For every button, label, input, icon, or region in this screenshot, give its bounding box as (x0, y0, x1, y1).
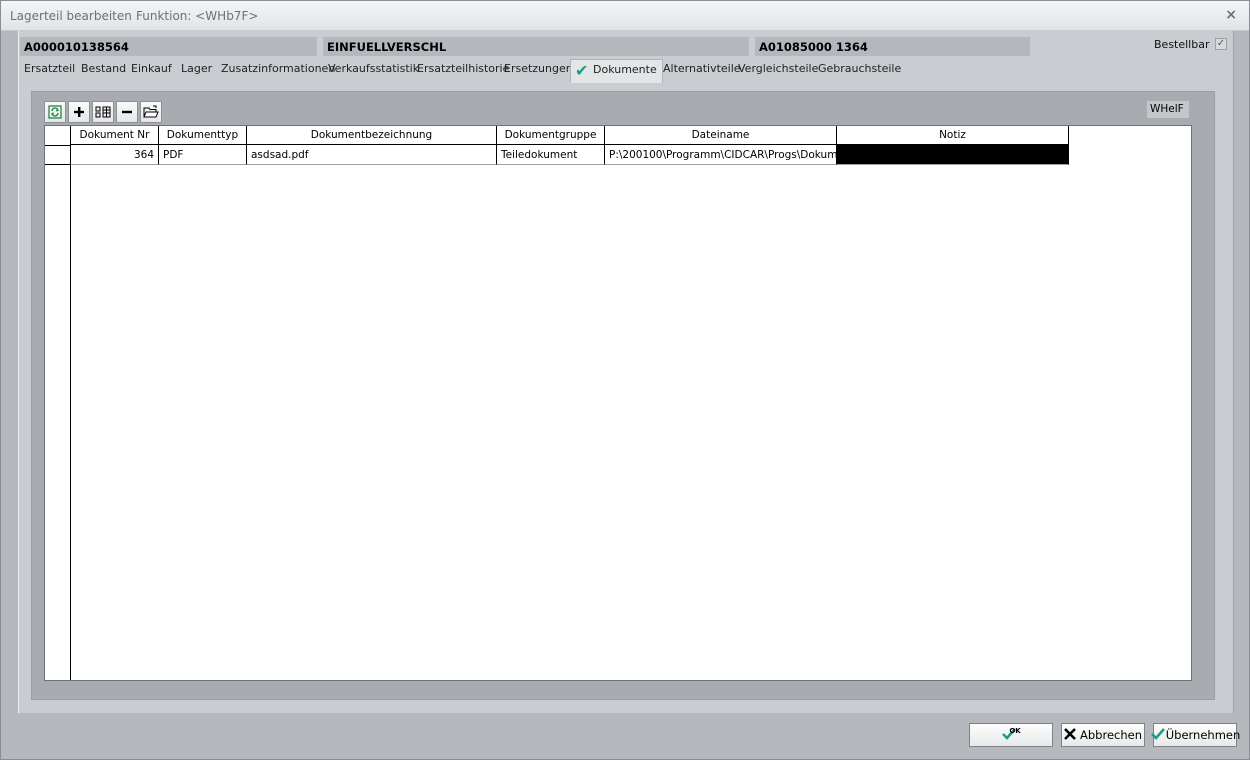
col-dokumentgruppe[interactable]: Dokumentgruppe (497, 126, 605, 145)
col-dokumentbezeichnung[interactable]: Dokumentbezeichnung (247, 126, 497, 145)
apply-button[interactable]: Übernehmen (1150, 723, 1240, 747)
cancel-button-label: Abbrechen (1080, 728, 1142, 742)
close-icon[interactable]: × (1225, 7, 1237, 23)
x-icon (1064, 727, 1076, 743)
part-description-field: EINFUELLVERSCHL (323, 37, 749, 56)
tab-ersatzteil[interactable]: Ersatzteil (24, 62, 75, 75)
tab-ersetzungen[interactable]: Ersetzungen (504, 62, 573, 75)
remove-icon[interactable] (116, 101, 138, 123)
title-bar: Lagerteil bearbeiten Funktion: <WHb7F> × (1, 1, 1249, 31)
cell-dokumentgruppe[interactable]: Teiledokument (497, 145, 605, 165)
cell-dateiname[interactable]: P:\200100\Programm\CIDCAR\Progs\Dokum (605, 145, 837, 165)
tab-verkaufsstatistik[interactable]: Verkaufsstatistik (328, 62, 419, 75)
tab-dokumente[interactable]: ✔ Dokumente (570, 59, 663, 83)
tab-gebrauchsteile[interactable]: Gebrauchsteile (818, 62, 901, 75)
apply-button-label: Übernehmen (1165, 728, 1241, 742)
tab-bestand[interactable]: Bestand (81, 62, 126, 75)
tab-alternativteile[interactable]: Alternativteile (663, 62, 741, 75)
check-icon: ✔ (575, 61, 589, 80)
tab-lager[interactable]: Lager (181, 62, 212, 75)
tab-dokumente-label: Dokumente (593, 63, 657, 76)
apply-check-icon (1150, 727, 1166, 744)
edit-grid-icon[interactable] (92, 101, 114, 123)
documents-table: Dokument Nr Dokumenttyp Dokumentbezeichn… (44, 125, 1192, 681)
dialog-client: A000010138564 EINFUELLVERSCHL A01085000 … (18, 31, 1234, 713)
tab-vergleichsteile[interactable]: Vergleichsteile (738, 62, 818, 75)
part-ref-field: A01085000 1364 (755, 37, 1030, 56)
cancel-button[interactable]: Abbrechen (1061, 723, 1145, 747)
dokumente-panel: WHelF Dokument Nr Dokumenttyp Dokumentbe… (31, 91, 1215, 700)
tab-zusatzinformationen[interactable]: Zusatzinformationen (221, 62, 335, 75)
col-dateiname[interactable]: Dateiname (605, 126, 837, 145)
row-selector[interactable] (45, 145, 71, 165)
tab-ersatzteilhistorie[interactable]: Ersatzteilhistorie (417, 62, 509, 75)
bestellbar-label: Bestellbar (1154, 38, 1210, 51)
col-dokument-nr[interactable]: Dokument Nr (71, 126, 159, 145)
col-notiz[interactable]: Notiz (837, 126, 1069, 145)
window-function: Funktion: <WHb7F> (136, 9, 259, 23)
dialog-window: Lagerteil bearbeiten Funktion: <WHb7F> ×… (0, 0, 1250, 760)
row-gutter (45, 126, 71, 680)
whelf-label: WHelF (1147, 101, 1189, 118)
cell-dokumenttyp[interactable]: PDF (159, 145, 247, 165)
ok-button[interactable]: OK (969, 723, 1053, 747)
ok-button-label: OK (1009, 727, 1021, 735)
refresh-icon[interactable] (44, 101, 66, 123)
window-title: Lagerteil bearbeiten (10, 9, 132, 23)
bestellbar-checkbox[interactable]: ✓ (1215, 38, 1227, 50)
tab-strip: Ersatzteil Bestand Einkauf Lager Zusatzi… (19, 59, 1233, 83)
part-number-field: A000010138564 (20, 37, 317, 56)
col-dokumenttyp[interactable]: Dokumenttyp (159, 126, 247, 145)
cell-notiz[interactable] (837, 145, 1069, 165)
add-icon[interactable] (68, 101, 90, 123)
open-folder-icon[interactable] (140, 101, 162, 123)
cell-dokument-nr[interactable]: 364 (71, 145, 159, 165)
tab-einkauf[interactable]: Einkauf (131, 62, 172, 75)
cell-dokumentbezeichnung[interactable]: asdsad.pdf (247, 145, 497, 165)
